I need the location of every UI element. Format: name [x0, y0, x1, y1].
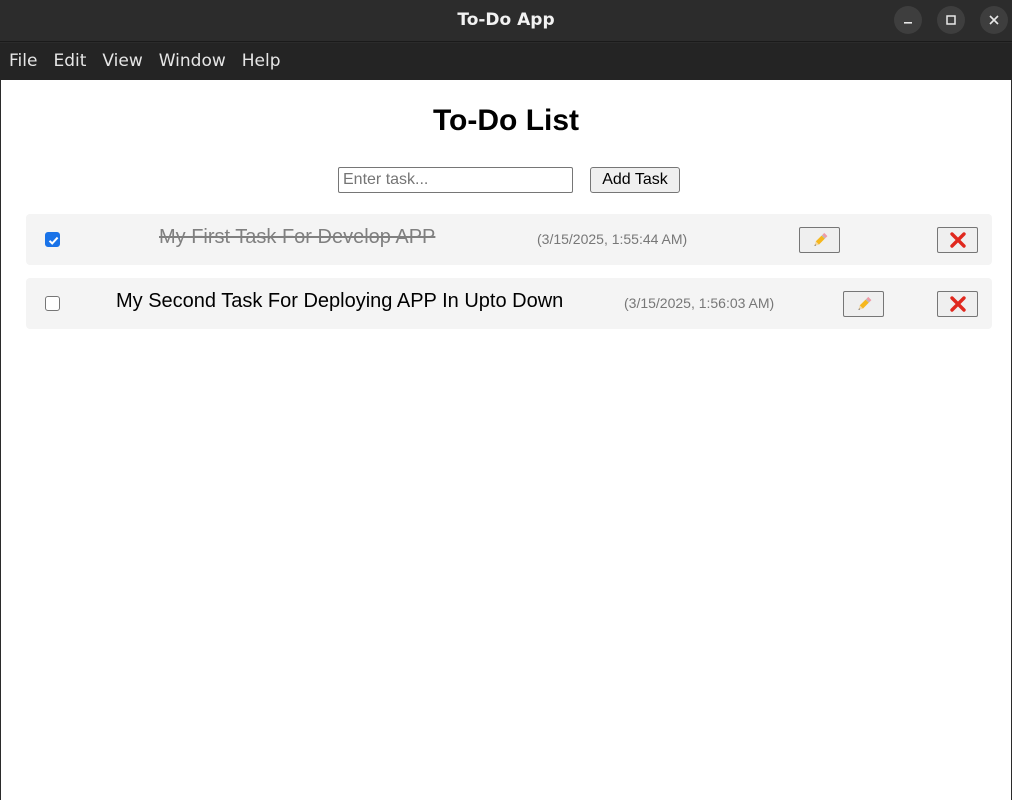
task-row: My First Task For Develop APP (3/15/2025…	[26, 214, 992, 265]
close-icon	[989, 15, 999, 25]
add-task-button[interactable]: Add Task	[590, 167, 680, 193]
edit-task-button[interactable]	[799, 227, 840, 253]
task-row: My Second Task For Deploying APP In Upto…	[26, 278, 992, 329]
task-text: My First Task For Develop APP	[159, 226, 436, 248]
minimize-button[interactable]	[894, 6, 922, 34]
window-title: To-Do App	[457, 10, 555, 30]
cross-icon	[949, 232, 966, 248]
menu-window[interactable]: Window	[151, 43, 234, 80]
minimize-icon	[904, 22, 912, 24]
menu-help[interactable]: Help	[234, 43, 289, 80]
check-icon	[48, 236, 59, 245]
task-timestamp: (3/15/2025, 1:55:44 AM)	[537, 231, 688, 247]
menu-file[interactable]: File	[1, 43, 45, 80]
task-checkbox[interactable]	[45, 232, 60, 247]
cross-icon	[949, 296, 966, 312]
menu-view[interactable]: View	[94, 43, 150, 80]
task-input[interactable]	[338, 167, 573, 193]
delete-task-button[interactable]	[937, 227, 978, 253]
close-button[interactable]	[980, 6, 1008, 34]
task-timestamp: (3/15/2025, 1:56:03 AM)	[624, 295, 775, 311]
maximize-icon	[946, 15, 956, 25]
pencil-icon	[858, 296, 871, 310]
edit-task-button[interactable]	[843, 291, 884, 317]
menu-bar: File Edit View Window Help	[0, 43, 1012, 80]
delete-task-button[interactable]	[937, 291, 978, 317]
menu-edit[interactable]: Edit	[45, 43, 94, 80]
page-title: To-Do List	[432, 104, 580, 137]
pencil-icon	[814, 232, 827, 246]
app-content: To-Do List Add Task My First Task For De…	[1, 80, 1011, 800]
maximize-button[interactable]	[937, 6, 965, 34]
task-text: My Second Task For Deploying APP In Upto…	[116, 290, 564, 312]
task-checkbox[interactable]	[45, 296, 60, 311]
title-bar: To-Do App	[0, 0, 1012, 42]
